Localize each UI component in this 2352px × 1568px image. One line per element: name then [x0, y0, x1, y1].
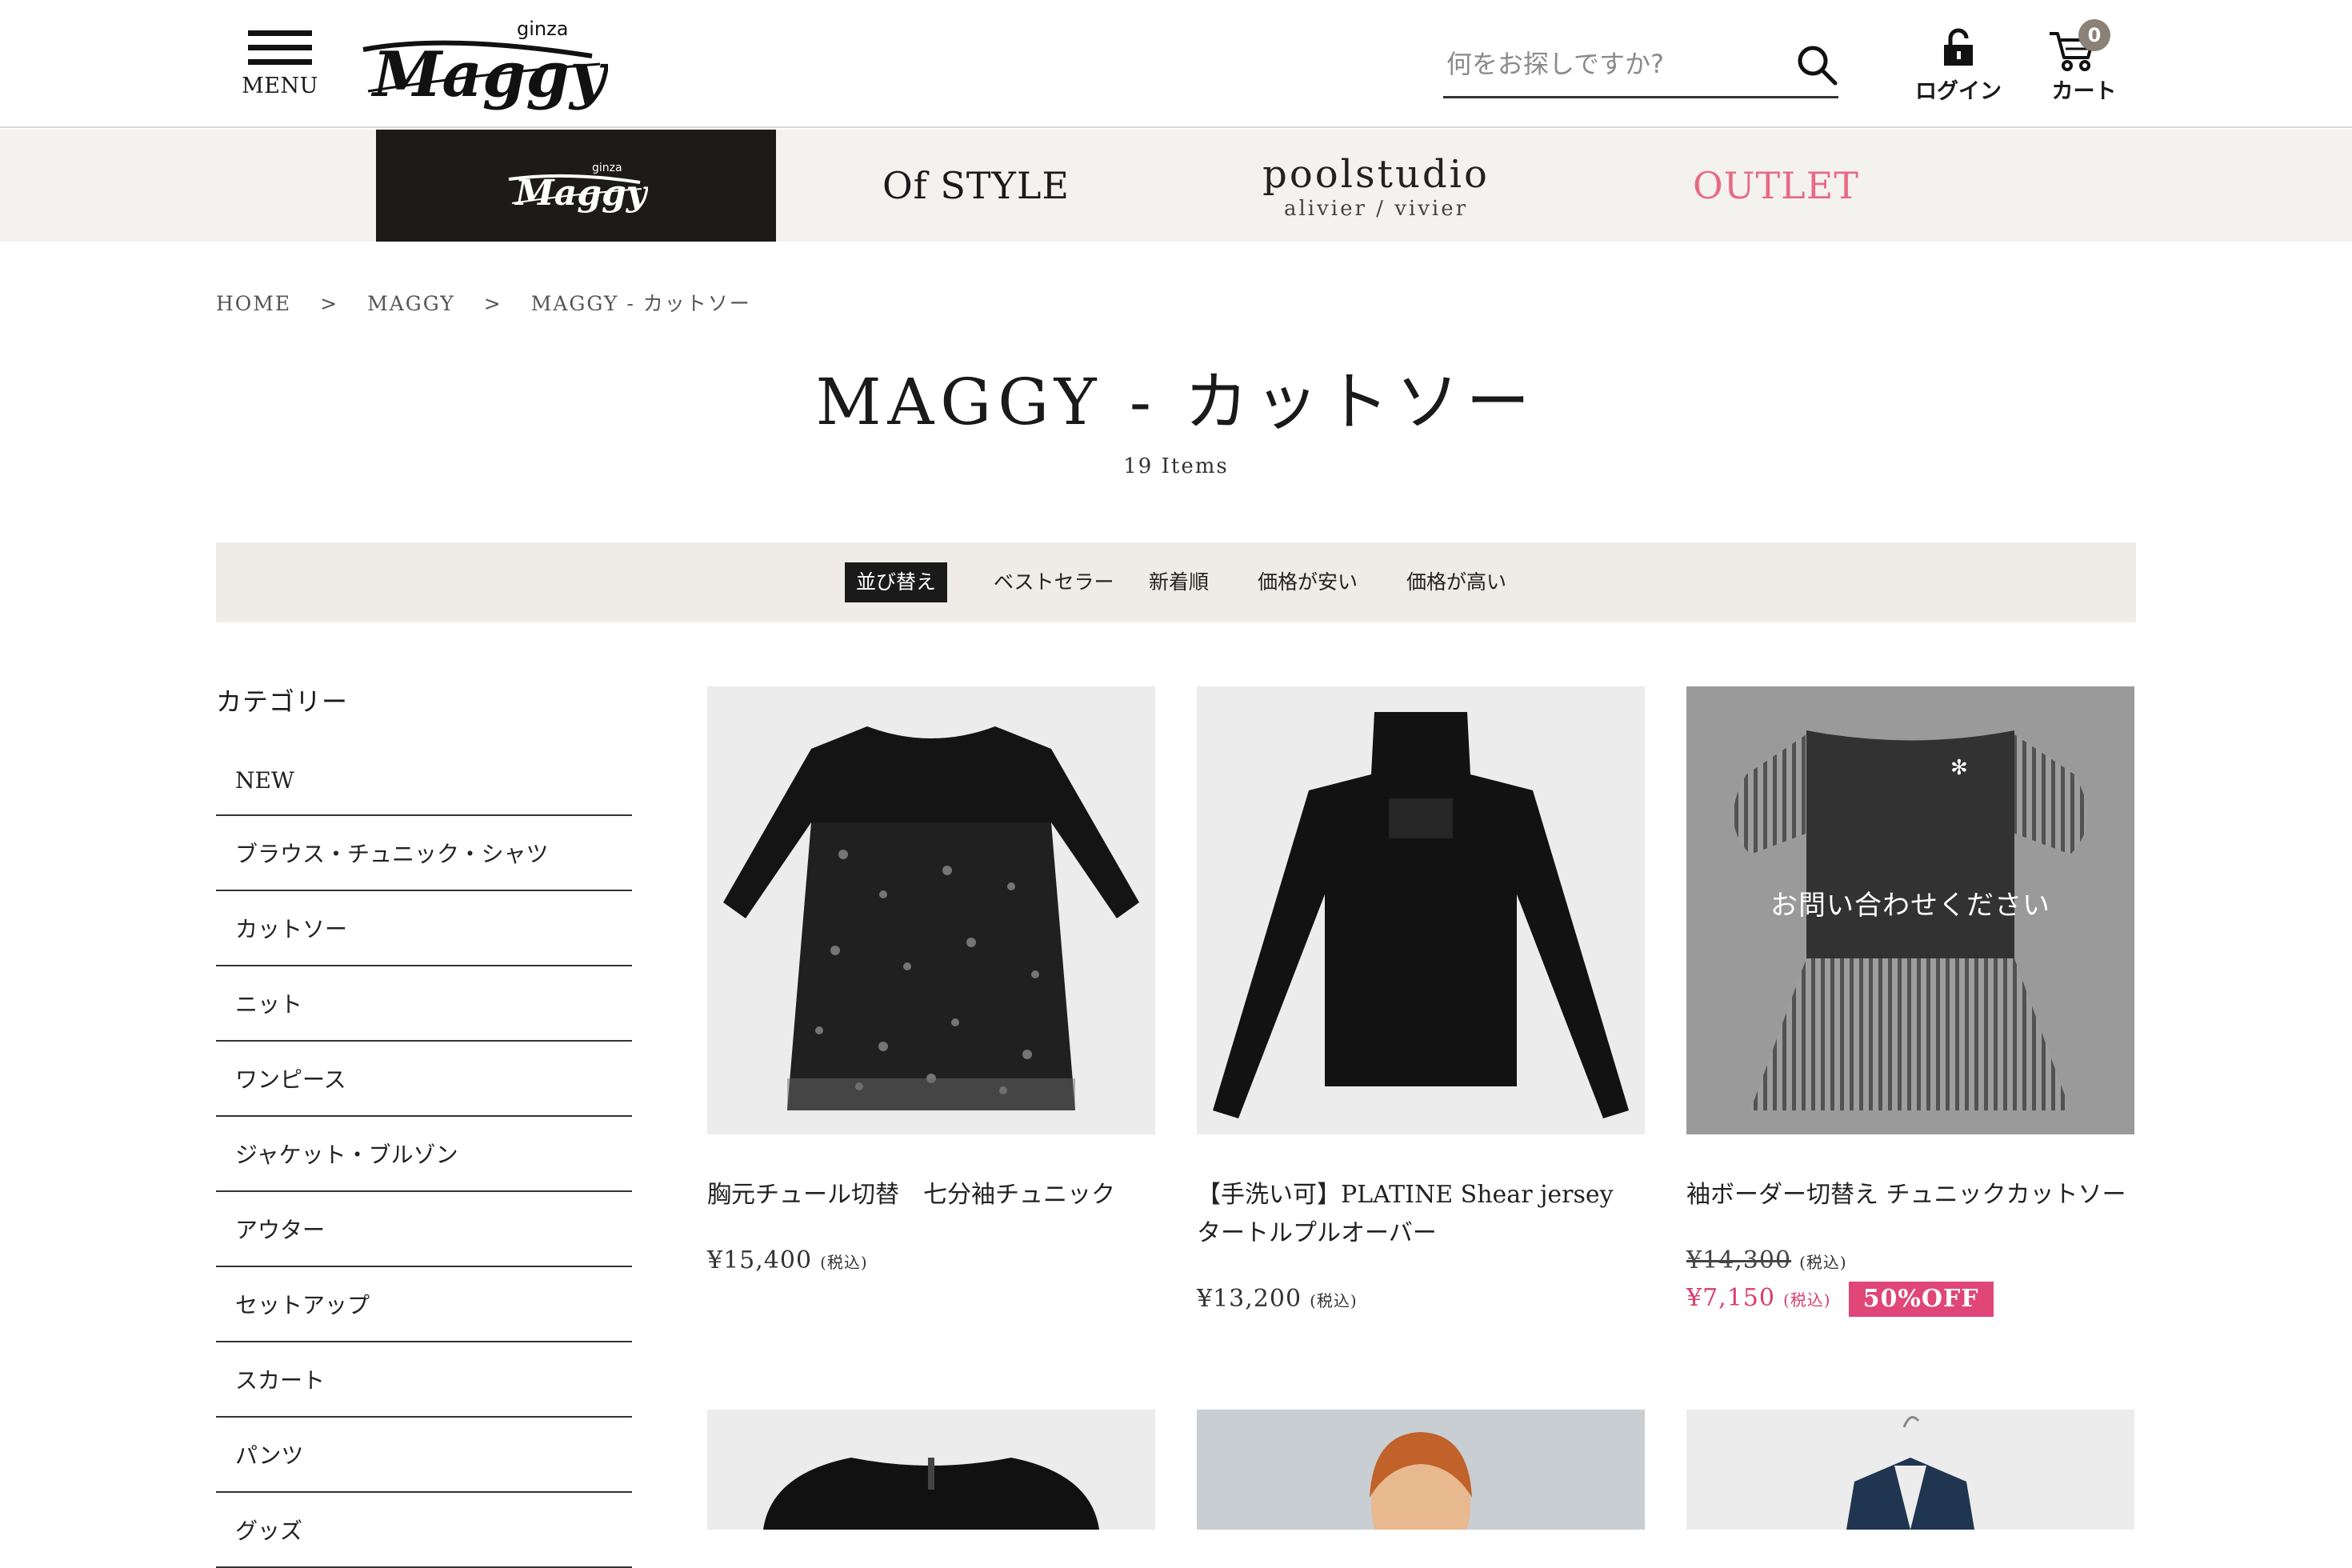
menu-icon-bar	[248, 45, 312, 50]
product-card[interactable]	[1197, 1410, 1645, 1530]
discount-badge: 50%OFF	[1848, 1282, 1994, 1317]
search-box	[1443, 40, 1838, 98]
category-item-blouse[interactable]: ブラウス・チュニック・シャツ	[216, 818, 632, 891]
menu-button[interactable]: MENU	[240, 27, 320, 101]
sort-option-newest[interactable]: 新着順	[1149, 562, 1209, 602]
product-image[interactable]	[1686, 1410, 2134, 1530]
page-title: MAGGY - カットソー	[815, 365, 1537, 439]
product-image[interactable]	[707, 1410, 1155, 1530]
site-logo[interactable]: ginza Maggy	[352, 18, 608, 112]
menu-label: MENU	[242, 74, 318, 98]
brand-maggy-logo: ginza Maggy	[508, 162, 648, 214]
sort-label: 並び替え	[845, 562, 947, 602]
brand-tab-poolstudio[interactable]: poolstudio alivier / vivier	[1176, 130, 1576, 242]
sort-option-bestseller[interactable]: ベストセラー	[994, 562, 1114, 602]
category-list: NEW ブラウス・チュニック・シャツ カットソー ニット ワンピース ジャケット…	[216, 742, 632, 1568]
product-image[interactable]	[707, 686, 1155, 1134]
category-item-goods[interactable]: グッズ	[216, 1494, 632, 1568]
sort-option-price-high[interactable]: 価格が高い	[1406, 562, 1506, 602]
category-title: カテゴリー	[216, 686, 349, 717]
brooch-icon: ✻	[1950, 756, 1968, 780]
product-name[interactable]: 袖ボーダー切替え チュニックカットソー	[1686, 1176, 2134, 1214]
category-item-skirt[interactable]: スカート	[216, 1344, 632, 1418]
breadcrumb-current: MAGGY - カットソー	[530, 292, 751, 315]
cart-button[interactable]: 0 カート	[2032, 19, 2136, 107]
breadcrumb: HOME > MAGGY > MAGGY - カットソー	[216, 288, 751, 317]
login-button[interactable]: ログイン	[1910, 27, 2006, 107]
brand-poolstudio-label: poolstudio	[1262, 152, 1490, 197]
category-item-new[interactable]: NEW	[216, 742, 632, 816]
category-item-knit[interactable]: ニット	[216, 968, 632, 1042]
sort-bar: 並び替え ベストセラー 新着順 価格が安い 価格が高い	[216, 542, 2136, 622]
brand-of-style-label: Of STYLE	[882, 164, 1070, 207]
product-price: ¥15,400 (税込)	[707, 1246, 868, 1274]
sort-option-price-low[interactable]: 価格が安い	[1258, 562, 1358, 602]
lock-icon	[1944, 28, 1973, 66]
site-header: MENU ginza Maggy ログイン 0 カート	[0, 0, 2352, 128]
menu-icon-bar	[248, 30, 312, 36]
svg-text:Maggy: Maggy	[514, 173, 648, 214]
brand-tab-of-style[interactable]: Of STYLE	[776, 130, 1176, 242]
product-sale-price: ¥7,150 (税込) 50%OFF	[1686, 1282, 1994, 1317]
breadcrumb-maggy[interactable]: MAGGY	[367, 292, 455, 315]
brand-tab-maggy[interactable]: ginza Maggy	[376, 130, 776, 242]
search-icon[interactable]	[1795, 43, 1838, 86]
breadcrumb-home[interactable]: HOME	[216, 292, 291, 315]
product-name[interactable]: 【手洗い可】PLATINE Shear jersey タートルプルオーバー	[1197, 1176, 1645, 1253]
category-item-jacket[interactable]: ジャケット・ブルゾン	[216, 1118, 632, 1192]
product-card[interactable]	[1686, 1410, 2134, 1530]
category-item-outer[interactable]: アウター	[216, 1194, 632, 1267]
search-input[interactable]	[1445, 46, 1768, 82]
product-price: ¥13,200 (税込)	[1197, 1285, 1358, 1313]
breadcrumb-separator: >	[320, 292, 339, 315]
category-item-cutsew[interactable]: カットソー	[216, 893, 632, 966]
login-label: ログイン	[1915, 79, 2002, 104]
item-count: 19 Items	[1123, 454, 1229, 478]
product-name[interactable]: 胸元チュール切替 七分袖チュニック	[707, 1176, 1155, 1214]
breadcrumb-separator: >	[483, 292, 502, 315]
brand-poolstudio-sub: alivier / vivier	[1283, 197, 1469, 221]
cart-count-badge: 0	[2078, 19, 2110, 51]
product-card[interactable]	[707, 1410, 1155, 1530]
menu-icon-bar	[248, 59, 312, 65]
brand-outlet-label: OUTLET	[1693, 164, 1859, 207]
logo-small-text: ginza	[517, 18, 568, 40]
product-image[interactable]	[1197, 686, 1645, 1134]
category-item-pants[interactable]: パンツ	[216, 1419, 632, 1493]
category-item-setup[interactable]: セットアップ	[216, 1269, 632, 1342]
cart-label: カート	[2051, 79, 2117, 104]
brand-navigation: ginza Maggy Of STYLE poolstudio alivier …	[0, 130, 2352, 242]
product-original-price: ¥14,300 (税込)	[1686, 1246, 1847, 1274]
product-image[interactable]	[1197, 1410, 1645, 1530]
contact-overlay-text: お問い合わせください	[1770, 890, 2050, 922]
brand-tab-outlet[interactable]: OUTLET	[1576, 130, 1976, 242]
category-item-onepiece[interactable]: ワンピース	[216, 1043, 632, 1117]
